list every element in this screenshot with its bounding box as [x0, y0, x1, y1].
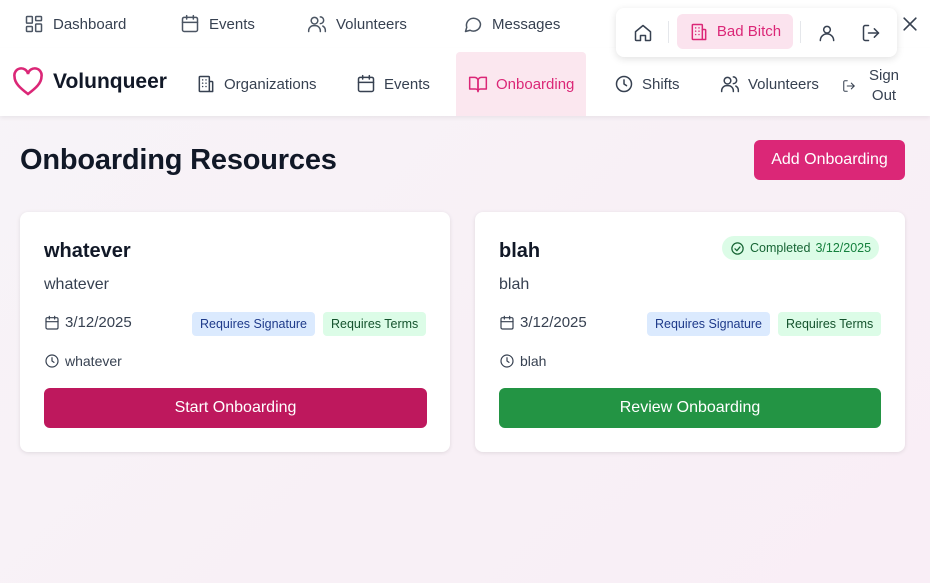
- sign-out-button[interactable]: Sign Out: [842, 66, 904, 106]
- heart-icon: [12, 67, 44, 97]
- message-icon: [463, 14, 483, 34]
- calendar-icon: [499, 315, 515, 331]
- topnav-events[interactable]: Events: [180, 12, 255, 36]
- logout-button[interactable]: [860, 22, 882, 44]
- users-icon: [720, 74, 740, 94]
- onboarding-card: whatever whatever 3/12/2025 Requires Sig…: [20, 212, 450, 452]
- card-time: whatever: [44, 353, 122, 369]
- profile-button[interactable]: [816, 22, 838, 44]
- logout-icon: [842, 79, 856, 93]
- clock-icon: [44, 353, 60, 369]
- card-description: whatever: [44, 276, 109, 293]
- dashboard-icon: [24, 14, 44, 34]
- topnav-messages[interactable]: Messages: [463, 12, 560, 36]
- brand-name: Volunqueer: [53, 70, 167, 93]
- start-onboarding-button[interactable]: Start Onboarding: [44, 388, 427, 428]
- tag-requires-terms: Requires Terms: [778, 312, 882, 336]
- home-icon: [633, 23, 653, 43]
- book-icon: [468, 74, 488, 94]
- home-button[interactable]: [632, 22, 654, 44]
- card-date: 3/12/2025: [44, 314, 132, 331]
- page-title: Onboarding Resources: [20, 144, 337, 176]
- nav-organizations-label: Organizations: [224, 75, 317, 93]
- topnav-dashboard-label: Dashboard: [53, 15, 127, 33]
- card-date: 3/12/2025: [499, 314, 587, 331]
- add-onboarding-button[interactable]: Add Onboarding: [754, 140, 905, 180]
- building-icon: [689, 22, 709, 42]
- card-description: blah: [499, 276, 530, 293]
- nav-events[interactable]: Events: [344, 52, 442, 116]
- brand[interactable]: Volunqueer: [12, 67, 167, 97]
- card-date-text: 3/12/2025: [520, 314, 587, 331]
- tag-requires-terms: Requires Terms: [323, 312, 427, 336]
- main-nav: Volunqueer Organizations Events Onboardi…: [0, 48, 930, 116]
- nav-onboarding[interactable]: Onboarding: [456, 52, 586, 116]
- logout-icon: [861, 23, 881, 43]
- topnav-dashboard[interactable]: Dashboard: [24, 12, 126, 36]
- nav-shifts-label: Shifts: [642, 75, 680, 93]
- sign-out-label: Sign Out: [868, 67, 900, 104]
- topnav-volunteers-label: Volunteers: [336, 15, 407, 33]
- quick-actions-bar: Bad Bitch: [616, 8, 897, 57]
- onboarding-card: blah Completed 3/12/2025 blah 3/12/2025 …: [475, 212, 905, 452]
- nav-events-label: Events: [384, 75, 430, 93]
- status-label: Completed: [750, 241, 811, 255]
- organization-name: Bad Bitch: [716, 23, 782, 40]
- nav-onboarding-label: Onboarding: [496, 75, 575, 93]
- topnav-events-label: Events: [209, 15, 255, 33]
- tag-requires-signature: Requires Signature: [647, 312, 771, 336]
- nav-volunteers-label: Volunteers: [748, 75, 819, 93]
- card-title: whatever: [44, 240, 131, 262]
- divider: [800, 21, 801, 43]
- clock-icon: [499, 353, 515, 369]
- nav-volunteers[interactable]: Volunteers: [708, 52, 831, 116]
- building-icon: [196, 74, 216, 94]
- status-badge: Completed 3/12/2025: [722, 236, 880, 260]
- topnav-messages-label: Messages: [492, 15, 561, 33]
- card-time-text: whatever: [65, 353, 122, 369]
- user-icon: [817, 23, 837, 43]
- users-icon: [307, 14, 327, 34]
- calendar-icon: [44, 315, 60, 331]
- card-time-text: blah: [520, 353, 547, 369]
- nav-shifts[interactable]: Shifts: [602, 52, 692, 116]
- review-onboarding-button[interactable]: Review Onboarding: [499, 388, 881, 428]
- clock-icon: [614, 74, 634, 94]
- close-icon[interactable]: [900, 14, 920, 34]
- nav-organizations[interactable]: Organizations: [184, 52, 329, 116]
- divider: [668, 21, 669, 43]
- tag-requires-signature: Requires Signature: [192, 312, 316, 336]
- status-date: 3/12/2025: [815, 241, 872, 255]
- organization-switcher[interactable]: Bad Bitch: [677, 14, 793, 49]
- card-title: blah: [499, 240, 541, 262]
- calendar-icon: [356, 74, 376, 94]
- card-time: blah: [499, 353, 546, 369]
- card-date-text: 3/12/2025: [65, 314, 132, 331]
- topnav-volunteers[interactable]: Volunteers: [307, 12, 407, 36]
- check-circle-icon: [730, 241, 745, 256]
- calendar-icon: [180, 14, 200, 34]
